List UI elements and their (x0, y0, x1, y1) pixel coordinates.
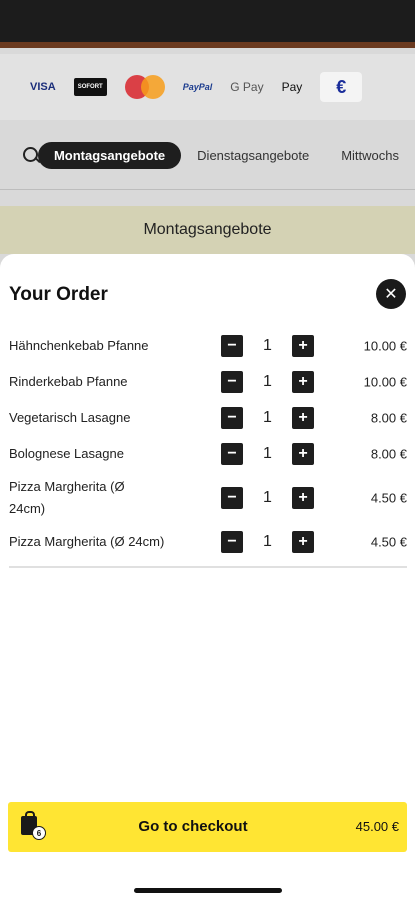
bottom-safe-area (0, 868, 415, 900)
decrease-button[interactable]: − (221, 487, 243, 509)
gpay-logo: G Pay (230, 80, 264, 94)
item-price: 10.00 € (363, 338, 407, 354)
order-item: Bolognese Lasagne − 1 + 8.00 € (0, 436, 415, 472)
quantity-stepper: − 1 + (221, 407, 314, 429)
search-icon[interactable] (22, 146, 38, 166)
checkout-button[interactable]: 6 Go to checkout 45.00 € (8, 802, 407, 852)
item-name: Hähnchenkebab Pfanne (9, 338, 149, 353)
item-name: Pizza Margherita (Ø 24cm) (9, 534, 165, 549)
visa-logo: VISA (30, 81, 56, 93)
tab-mittwochs[interactable]: Mittwochs (325, 142, 415, 169)
item-price: 8.00 € (370, 410, 407, 426)
quantity-stepper: − 1 + (221, 335, 314, 357)
applepay-logo: Pay (281, 80, 303, 94)
item-name: Rinderkebab Pfanne (9, 374, 128, 389)
divider (9, 566, 407, 568)
item-name: Vegetarisch Lasagne (9, 410, 131, 425)
home-indicator[interactable] (134, 888, 282, 893)
increase-button[interactable]: + (292, 335, 314, 357)
quantity-stepper: − 1 + (221, 443, 314, 465)
cash-euro-icon: € (320, 72, 363, 102)
order-items-list: Hähnchenkebab Pfanne − 1 + 10.00 € Rinde… (0, 328, 415, 560)
item-price: 4.50 € (370, 534, 407, 550)
order-sheet: Your Order ✕ Hähnchenkebab Pfanne − 1 + … (0, 254, 415, 868)
order-title: Your Order (9, 284, 108, 305)
mastercard-logo (124, 75, 165, 99)
order-item: Pizza Margherita (Ø 24cm) − 1 + 4.50 € (0, 524, 415, 560)
tab-montagsangebote[interactable]: Montagsangebote (37, 142, 182, 169)
item-quantity: 1 (263, 445, 272, 462)
increase-button[interactable]: + (292, 371, 314, 393)
checkout-label: Go to checkout (138, 818, 248, 835)
item-quantity: 1 (263, 373, 272, 390)
quantity-stepper: − 1 + (221, 371, 314, 393)
item-price: 4.50 € (370, 490, 407, 506)
close-button[interactable]: ✕ (376, 279, 406, 309)
close-icon: ✕ (384, 286, 398, 303)
order-item: Vegetarisch Lasagne − 1 + 8.00 € (0, 400, 415, 436)
section-header: Montagsangebote (0, 206, 415, 254)
decrease-button[interactable]: − (221, 443, 243, 465)
increase-button[interactable]: + (292, 531, 314, 553)
order-item: Pizza Margherita (Ø 24cm) − 1 + 4.50 € (0, 472, 415, 524)
item-price: 10.00 € (363, 374, 407, 390)
checkout-total: 45.00 € (355, 819, 399, 834)
order-item: Hähnchenkebab Pfanne − 1 + 10.00 € (0, 328, 415, 364)
increase-button[interactable]: + (292, 443, 314, 465)
quantity-stepper: − 1 + (221, 531, 314, 553)
item-quantity: 1 (263, 489, 272, 506)
increase-button[interactable]: + (292, 487, 314, 509)
hero-image-strip (0, 0, 415, 48)
decrease-button[interactable]: − (221, 371, 243, 393)
decrease-button[interactable]: − (221, 335, 243, 357)
item-quantity: 1 (263, 337, 272, 354)
paypal-logo: PayPal (182, 82, 213, 92)
item-quantity: 1 (263, 409, 272, 426)
order-item: Rinderkebab Pfanne − 1 + 10.00 € (0, 364, 415, 400)
item-name: Pizza Margherita (Ø 24cm) (9, 479, 125, 516)
item-quantity: 1 (263, 533, 272, 550)
decrease-button[interactable]: − (221, 531, 243, 553)
tab-dienstagsangebote[interactable]: Dienstagsangebote (181, 142, 325, 169)
item-name: Bolognese Lasagne (9, 446, 124, 461)
quantity-stepper: − 1 + (221, 487, 314, 509)
item-price: 8.00 € (370, 446, 407, 462)
sofort-logo: SOFORT (73, 78, 107, 96)
decrease-button[interactable]: − (221, 407, 243, 429)
payment-methods-row: VISA SOFORT PayPal G Pay Pay € (0, 54, 415, 120)
increase-button[interactable]: + (292, 407, 314, 429)
category-tabs: Montagsangebote Dienstagsangebote Mittwo… (0, 122, 415, 190)
